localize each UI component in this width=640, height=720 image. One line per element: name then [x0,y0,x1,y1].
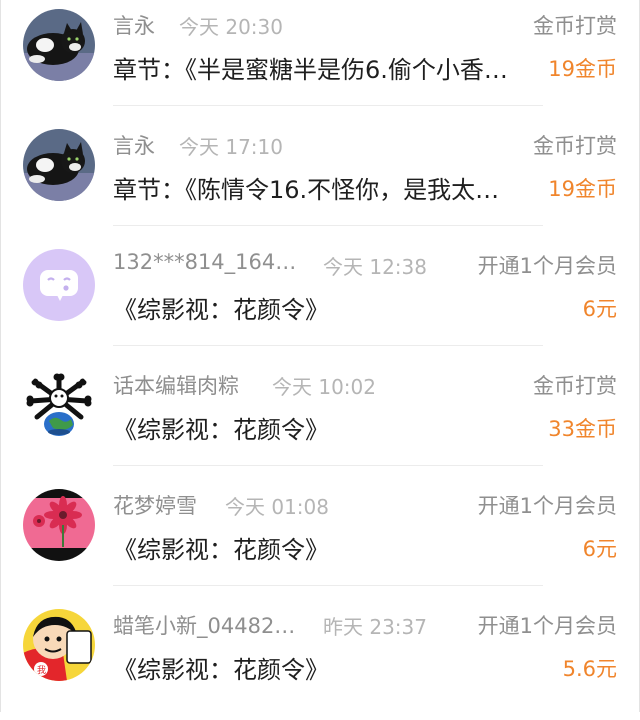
reward-target[interactable]: 《综影视：花颜令》 [113,650,329,685]
divider [113,465,543,466]
earth-bones-avatar[interactable] [23,369,95,441]
reward-item[interactable]: 言永 今天 17:10 金币打赏 章节：《陈情令16.不怪你，是我太冲动》 19… [1,120,639,240]
reward-type: 开通1个月会员 [477,254,617,278]
reward-time: 昨天 23:37 [323,615,427,639]
divider [113,225,543,226]
reward-time: 今天 01:08 [225,495,329,519]
user-name[interactable]: 132***814_1645… [113,250,303,274]
user-name[interactable]: 言永 [113,10,155,40]
user-name[interactable]: 言永 [113,130,155,160]
reward-item[interactable]: 132***814_1645… 今天 12:38 开通1个月会员 《综影视：花颜… [1,240,639,360]
reward-target[interactable]: 《综影视：花颜令》 [113,530,329,565]
chat-bubble-avatar[interactable] [23,249,95,321]
reward-type: 开通1个月会员 [477,494,617,518]
reward-time: 今天 17:10 [179,135,283,159]
reward-target[interactable]: 《综影视：花颜令》 [113,410,329,445]
cat-avatar[interactable] [23,9,95,81]
reward-target[interactable]: 章节：《陈情令16.不怪你，是我太冲动》 [113,170,517,205]
reward-amount: 6元 [582,537,617,561]
reward-type: 开通1个月会员 [477,614,617,638]
cat-avatar[interactable] [23,129,95,201]
reward-amount: 19金币 [548,177,617,201]
reward-type: 金币打赏 [533,14,617,38]
reward-target[interactable]: 《综影视：花颜令》 [113,290,329,325]
reward-item[interactable]: 话本编辑肉粽 今天 10:02 金币打赏 《综影视：花颜令》 33金币 [1,360,639,480]
reward-item[interactable]: 我 蜡笔小新_04482… 昨天 23:37 开通1个月会员 《综影视：花颜令》… [1,600,639,720]
cartoon-boy-avatar[interactable]: 我 [23,609,95,681]
user-name[interactable]: 蜡笔小新_04482… [113,610,295,640]
reward-amount: 6元 [582,297,617,321]
reward-item[interactable]: 花梦婷雪 今天 01:08 开通1个月会员 《综影视：花颜令》 6元 [1,480,639,600]
reward-time: 今天 20:30 [179,15,283,39]
divider [113,585,543,586]
divider [113,345,543,346]
reward-time: 今天 12:38 [323,255,427,279]
reward-time: 今天 10:02 [272,375,376,399]
reward-target[interactable]: 章节：《半是蜜糖半是伤6.偷个小香吻！》 [113,50,517,85]
reward-item[interactable]: 言永 今天 20:30 金币打赏 章节：《半是蜜糖半是伤6.偷个小香吻！》 19… [1,0,639,120]
pink-flower-avatar[interactable] [23,489,95,561]
reward-amount: 19金币 [548,57,617,81]
svg-text:我: 我 [37,665,46,676]
user-name[interactable]: 话本编辑肉粽 [113,370,239,400]
reward-amount: 5.6元 [562,657,617,681]
reward-amount: 33金币 [548,417,617,441]
user-name[interactable]: 花梦婷雪 [113,490,197,520]
reward-type: 金币打赏 [533,374,617,398]
divider [113,105,543,106]
reward-type: 金币打赏 [533,134,617,158]
